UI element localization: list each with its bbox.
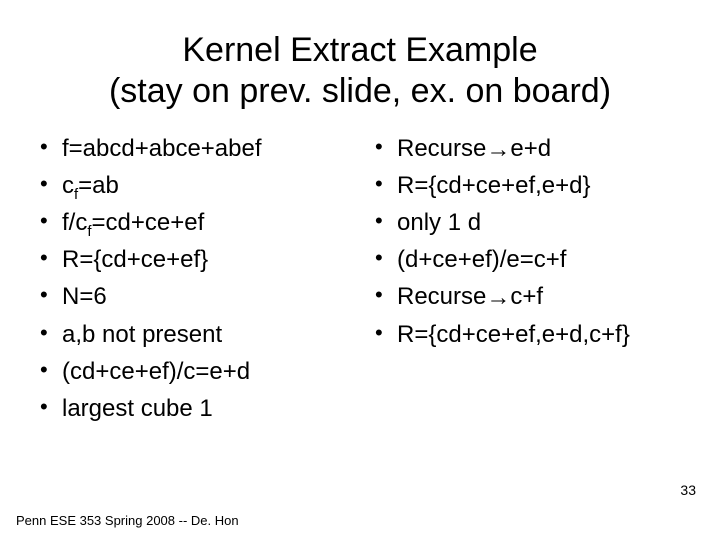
title-line-2: (stay on prev. slide, ex. on board) — [109, 72, 611, 110]
right-column: • Recurse→e+d • R={cd+ce+ef,e+d} • only … — [375, 130, 680, 428]
list-item: • Recurse→e+d — [375, 130, 680, 167]
bullet-icon: • — [40, 241, 62, 275]
list-item: • Recurse→c+f — [375, 278, 680, 315]
item-text: f=abcd+abce+abef — [62, 130, 262, 167]
title-line-1: Kernel Extract Example — [182, 31, 537, 69]
list-item: • R={cd+ce+ef,e+d,c+f} — [375, 316, 680, 353]
item-text: (cd+ce+ef)/c=e+d — [62, 353, 250, 390]
list-item: • a,b not present — [40, 316, 345, 353]
left-column: • f=abcd+abce+abef • cf=ab • f/cf=cd+ce+… — [40, 130, 345, 428]
content-columns: • f=abcd+abce+abef • cf=ab • f/cf=cd+ce+… — [40, 130, 680, 428]
item-text: R={cd+ce+ef} — [62, 241, 208, 278]
footer-text: Penn ESE 353 Spring 2008 -- De. Hon — [16, 513, 239, 528]
bullet-icon: • — [40, 278, 62, 312]
bullet-icon: • — [40, 167, 62, 201]
item-text: R={cd+ce+ef,e+d,c+f} — [397, 316, 630, 353]
item-text: f/cf=cd+ce+ef — [62, 204, 204, 241]
bullet-icon: • — [375, 278, 397, 312]
item-text: Recurse→e+d — [397, 130, 551, 167]
list-item: • R={cd+ce+ef,e+d} — [375, 167, 680, 204]
list-item: • f/cf=cd+ce+ef — [40, 204, 345, 241]
page-number: 33 — [680, 482, 696, 498]
item-text: only 1 d — [397, 204, 481, 241]
item-text: N=6 — [62, 278, 107, 315]
item-text: (d+ce+ef)/e=c+f — [397, 241, 566, 278]
bullet-icon: • — [40, 130, 62, 164]
list-item: • largest cube 1 — [40, 390, 345, 427]
bullet-icon: • — [375, 316, 397, 350]
item-text: a,b not present — [62, 316, 222, 353]
list-item: • only 1 d — [375, 204, 680, 241]
arrow-icon: → — [486, 279, 510, 316]
right-list: • Recurse→e+d • R={cd+ce+ef,e+d} • only … — [375, 130, 680, 353]
bullet-icon: • — [375, 130, 397, 164]
list-item: • (d+ce+ef)/e=c+f — [375, 241, 680, 278]
item-text: Recurse→c+f — [397, 278, 543, 315]
list-item: • cf=ab — [40, 167, 345, 204]
list-item: • f=abcd+abce+abef — [40, 130, 345, 167]
bullet-icon: • — [40, 390, 62, 424]
list-item: • (cd+ce+ef)/c=e+d — [40, 353, 345, 390]
item-text: cf=ab — [62, 167, 119, 204]
left-list: • f=abcd+abce+abef • cf=ab • f/cf=cd+ce+… — [40, 130, 345, 428]
slide: Kernel Extract Example (stay on prev. sl… — [0, 0, 720, 540]
bullet-icon: • — [375, 241, 397, 275]
arrow-icon: → — [486, 131, 510, 168]
bullet-icon: • — [40, 316, 62, 350]
item-text: R={cd+ce+ef,e+d} — [397, 167, 591, 204]
bullet-icon: • — [40, 204, 62, 238]
bullet-icon: • — [375, 167, 397, 201]
item-text: largest cube 1 — [62, 390, 213, 427]
list-item: • R={cd+ce+ef} — [40, 241, 345, 278]
slide-title: Kernel Extract Example (stay on prev. sl… — [40, 30, 680, 112]
bullet-icon: • — [375, 204, 397, 238]
list-item: • N=6 — [40, 278, 345, 315]
bullet-icon: • — [40, 353, 62, 387]
